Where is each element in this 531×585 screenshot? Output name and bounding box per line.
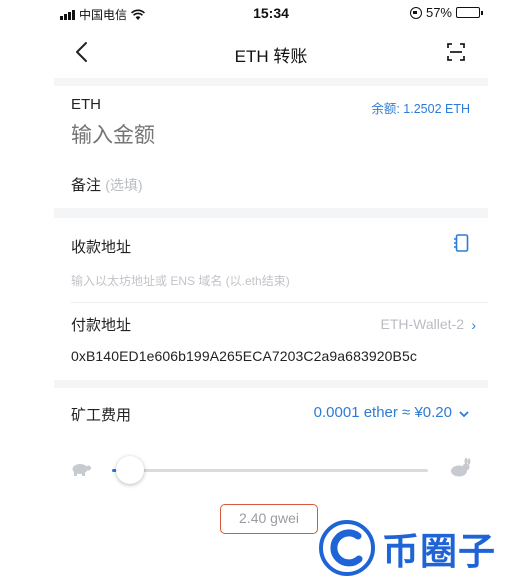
fee-label: 矿工费用 <box>71 407 132 424</box>
rabbit-icon <box>451 458 471 477</box>
note-label: 备注 <box>71 177 102 194</box>
balance-label: 余额: 1.2502 ETH <box>371 102 470 116</box>
battery-percent: 57% <box>425 5 452 20</box>
scan-icon[interactable] <box>446 42 466 62</box>
pay-address-label: 付款地址 <box>71 317 132 334</box>
status-right: 57% <box>409 5 483 20</box>
amount-card: ETH 余额: 1.2502 ETH 备注 (选填) <box>54 86 488 208</box>
status-bar: 中国电信 15:34 57% <box>54 0 488 26</box>
gas-price-value: 2.40 gwei <box>220 504 318 534</box>
chevron-down-icon[interactable] <box>458 408 470 420</box>
divider <box>71 302 488 303</box>
amount-input[interactable] <box>71 124 371 148</box>
address-book-icon[interactable] <box>453 234 469 252</box>
note-field[interactable]: 备注 (选填) <box>71 174 143 195</box>
token-label: ETH <box>71 96 101 113</box>
receive-address-label: 收款地址 <box>71 239 132 256</box>
address-card: 收款地址 输入以太坊地址或 ENS 域名 (以.eth结束) 付款地址 ETH-… <box>54 218 488 380</box>
fee-slider-track[interactable] <box>112 469 428 472</box>
watermark-logo-icon <box>319 520 375 576</box>
watermark-text: 币圈子 <box>382 530 496 573</box>
watermark: 币圈子 <box>318 514 528 582</box>
pay-address-value: 0xB140ED1e606b199A265ECA7203C2a9a683920B… <box>71 348 417 364</box>
phone-screen: 中国电信 15:34 57% ETH 转账 ETH 余额: 1.2502 ETH <box>54 0 488 585</box>
nav-bar: ETH 转账 <box>54 26 488 78</box>
page-title: ETH 转账 <box>234 47 308 66</box>
turtle-icon <box>72 464 91 476</box>
chevron-right-icon[interactable]: › <box>471 317 476 333</box>
receive-address-input[interactable]: 输入以太坊地址或 ENS 域名 (以.eth结束) <box>71 272 290 289</box>
fee-slider-thumb[interactable] <box>116 456 145 484</box>
fee-value[interactable]: 0.0001 ether ≈ ¥0.20 <box>314 404 452 421</box>
note-optional-hint: (选填) <box>105 177 143 193</box>
battery-icon <box>456 7 483 18</box>
pay-wallet-selector[interactable]: ETH-Wallet-2 <box>381 316 465 332</box>
rotation-lock-icon <box>409 6 422 19</box>
